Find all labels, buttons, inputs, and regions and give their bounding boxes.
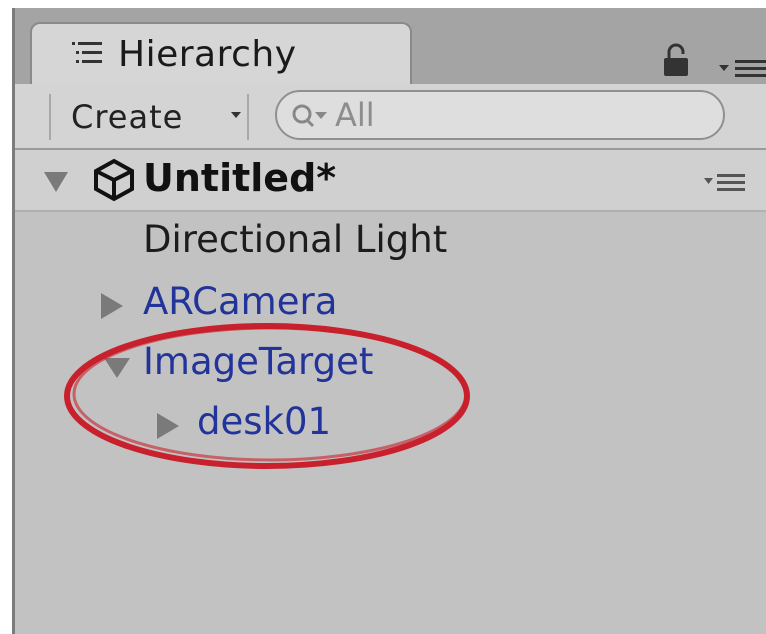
unity-logo-icon bbox=[94, 158, 134, 202]
tree-item-arcamera[interactable]: ARCamera bbox=[15, 280, 715, 330]
triangle-down-icon[interactable] bbox=[43, 170, 69, 194]
toolbar: Create bbox=[15, 84, 766, 150]
triangle-right-icon[interactable] bbox=[155, 412, 181, 440]
scene-name: Untitled* bbox=[143, 156, 337, 200]
tree-item-imagetarget[interactable]: ImageTarget bbox=[15, 340, 715, 390]
triangle-down-icon[interactable] bbox=[103, 356, 131, 380]
hierarchy-list-icon bbox=[72, 42, 102, 63]
tab-hierarchy[interactable]: Hierarchy bbox=[30, 22, 412, 84]
search-input[interactable] bbox=[335, 96, 635, 134]
tree-item-label: desk01 bbox=[197, 400, 332, 443]
tree-item-label: Directional Light bbox=[143, 218, 448, 261]
scene-row[interactable]: Untitled* bbox=[15, 150, 766, 212]
tab-bar: Hierarchy bbox=[15, 8, 766, 85]
search-icon bbox=[292, 104, 327, 128]
chevron-down-icon bbox=[231, 112, 241, 118]
tree-item-desk01[interactable]: desk01 bbox=[15, 400, 715, 450]
menu-icon[interactable] bbox=[717, 58, 766, 80]
lock-icon[interactable] bbox=[661, 42, 691, 78]
search-field[interactable] bbox=[275, 90, 725, 140]
tree-item-directional-light[interactable]: Directional Light bbox=[15, 218, 715, 268]
tree-item-label: ImageTarget bbox=[143, 340, 374, 383]
scene-menu-icon[interactable] bbox=[703, 172, 747, 192]
tree-item-label: ARCamera bbox=[143, 280, 338, 323]
triangle-right-icon[interactable] bbox=[99, 292, 125, 320]
create-label: Create bbox=[71, 98, 184, 136]
tab-label: Hierarchy bbox=[118, 34, 297, 75]
create-button[interactable]: Create bbox=[49, 94, 249, 140]
